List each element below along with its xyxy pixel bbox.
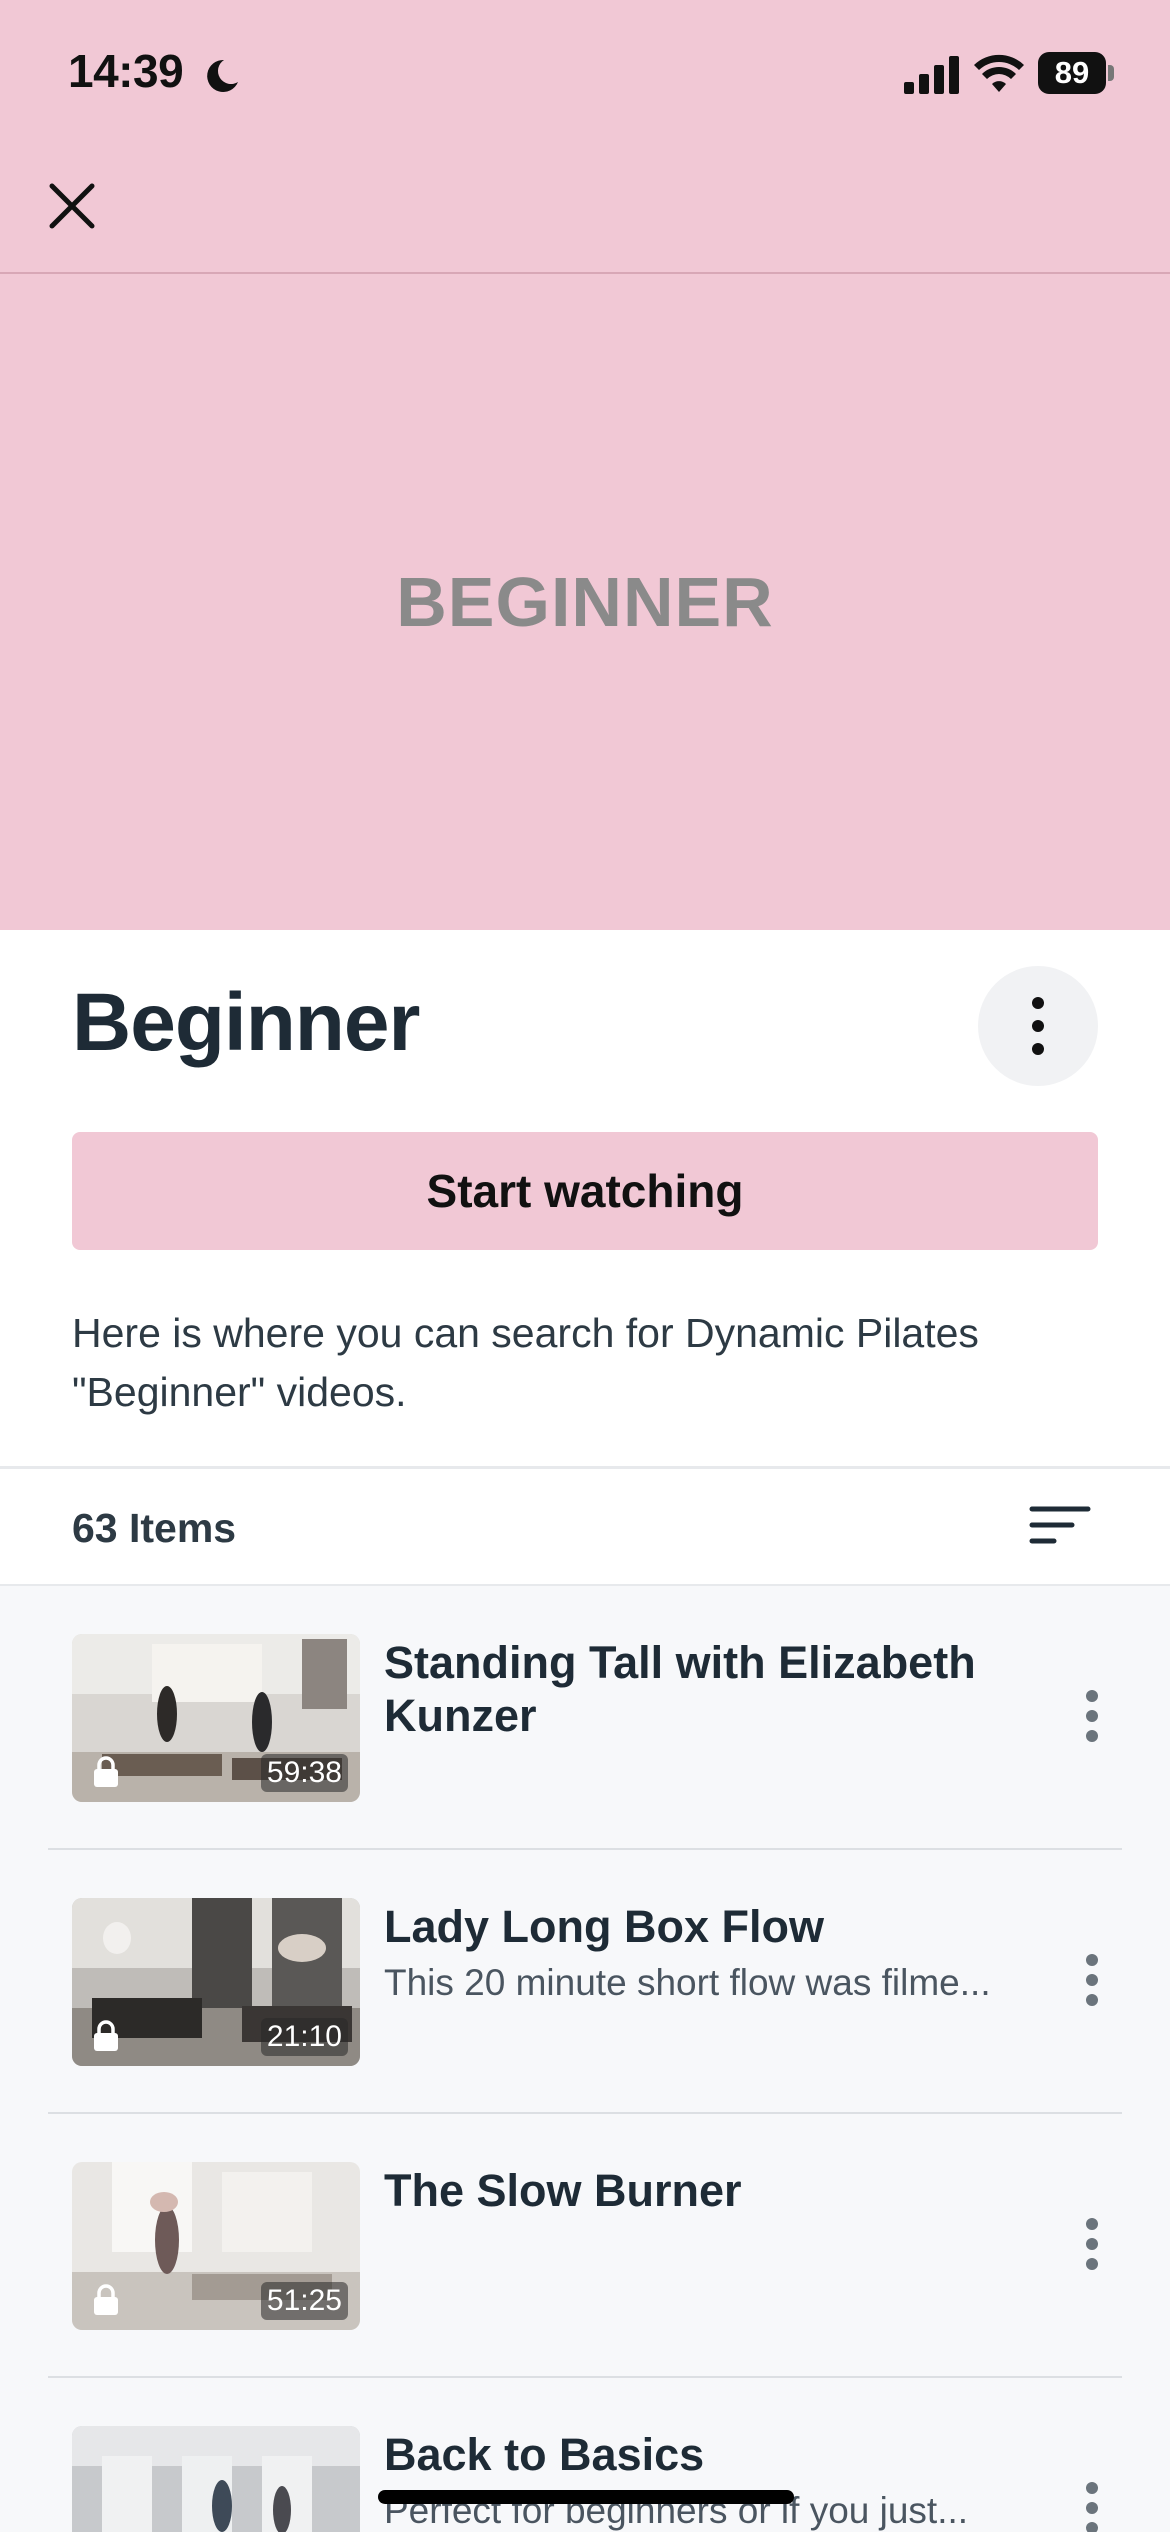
item-more-button[interactable] bbox=[1074, 2214, 1110, 2274]
cellular-signal-icon bbox=[904, 56, 959, 94]
item-more-button[interactable] bbox=[1074, 2478, 1110, 2532]
battery-nub bbox=[1108, 65, 1114, 81]
video-title: The Slow Burner bbox=[384, 2165, 742, 2216]
lock-icon bbox=[94, 2284, 118, 2315]
battery-icon: 89 bbox=[1038, 52, 1114, 94]
sort-button[interactable] bbox=[1024, 1495, 1096, 1559]
video-title: Standing Tall with Elizabeth Kunzer bbox=[384, 1637, 976, 1741]
video-title: Lady Long Box Flow bbox=[384, 1901, 824, 1952]
home-indicator[interactable] bbox=[378, 2490, 794, 2504]
status-bar: 14:39 89 bbox=[0, 0, 1170, 150]
category-description: Here is where you can search for Dynamic… bbox=[72, 1310, 979, 1415]
close-button[interactable] bbox=[40, 174, 104, 238]
more-vertical-icon bbox=[1032, 997, 1044, 1055]
close-icon bbox=[49, 183, 95, 229]
video-duration: 59:38 bbox=[260, 1754, 348, 1792]
category-banner: BEGINNER bbox=[0, 274, 1170, 930]
items-count: 63 Items bbox=[72, 1505, 237, 1551]
header-area: 14:39 89 BEGINNER bbox=[0, 0, 1170, 930]
lock-icon bbox=[94, 2020, 118, 2051]
lock-icon bbox=[94, 1756, 118, 1787]
sort-icon bbox=[1029, 1506, 1091, 1544]
video-title: Back to Basics bbox=[384, 2429, 705, 2480]
page-title: Beginner bbox=[72, 977, 420, 1068]
moon-icon bbox=[207, 59, 238, 92]
list-item[interactable]: 21:10 Lady Long Box Flow This 20 minute … bbox=[48, 1850, 1122, 2114]
video-thumbnail: 51:25 bbox=[72, 2162, 360, 2330]
item-more-button[interactable] bbox=[1074, 1950, 1110, 2010]
list-item[interactable]: 51:25 The Slow Burner bbox=[48, 2114, 1122, 2378]
video-thumbnail: 21:10 bbox=[72, 1898, 360, 2066]
video-thumbnail: 59:38 bbox=[72, 1634, 360, 1802]
more-vertical-icon bbox=[1086, 2218, 1098, 2270]
video-thumbnail bbox=[72, 2426, 360, 2532]
video-list: 59:38 Standing Tall with Elizabeth Kunze… bbox=[0, 1586, 1170, 2532]
start-watching-button[interactable]: Start watching bbox=[72, 1132, 1098, 1250]
items-bar: 63 Items bbox=[0, 1466, 1170, 1586]
item-more-button[interactable] bbox=[1074, 1686, 1110, 1746]
video-description: This 20 minute short flow was filme... bbox=[384, 1962, 991, 2003]
more-options-button[interactable] bbox=[978, 966, 1098, 1086]
more-vertical-icon bbox=[1086, 2482, 1098, 2532]
wifi-icon bbox=[974, 54, 1024, 92]
video-duration: 21:10 bbox=[260, 2018, 348, 2056]
more-vertical-icon bbox=[1086, 1690, 1098, 1742]
nav-bar bbox=[0, 150, 1170, 274]
banner-text: BEGINNER bbox=[396, 563, 774, 641]
list-item[interactable]: Back to Basics Perfect for beginners or … bbox=[48, 2378, 1122, 2532]
video-duration: 51:25 bbox=[260, 2282, 348, 2320]
battery-level: 89 bbox=[1038, 52, 1106, 94]
thumbnail-image bbox=[72, 2426, 360, 2532]
more-vertical-icon bbox=[1086, 1954, 1098, 2006]
list-item[interactable]: 59:38 Standing Tall with Elizabeth Kunze… bbox=[48, 1586, 1122, 1850]
status-time: 14:39 bbox=[68, 45, 184, 97]
